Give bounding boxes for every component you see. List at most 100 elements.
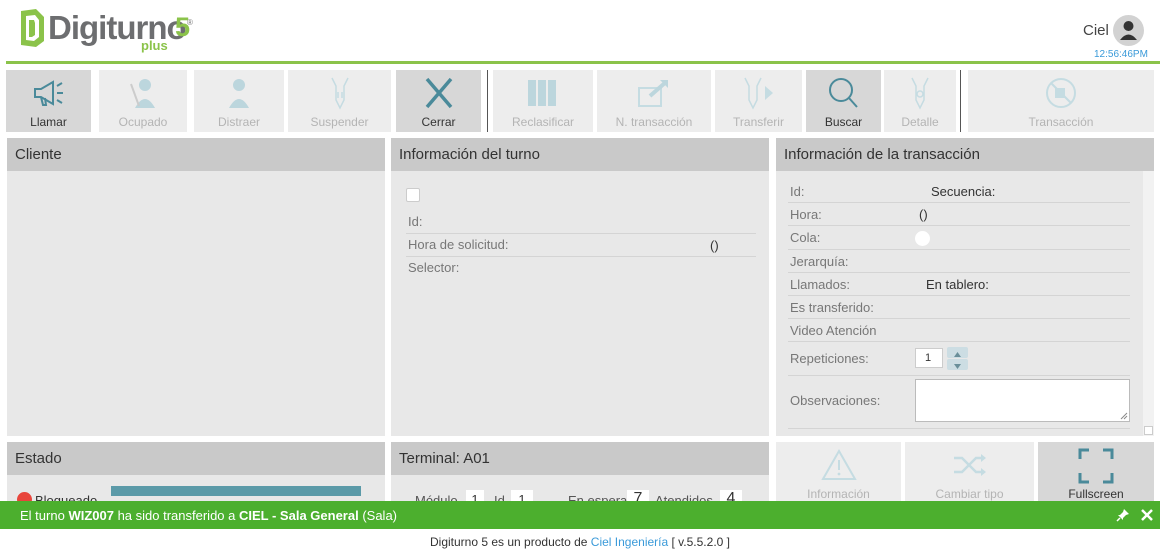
notif-suffix: (Sala) <box>362 508 398 523</box>
suspender-button[interactable]: Suspender <box>288 70 391 132</box>
notif-destino: CIEL - Sala General <box>239 508 359 523</box>
estado-panel-title: Estado <box>7 442 385 475</box>
row-divider <box>406 256 756 257</box>
notif-middle: ha sido transferido a <box>117 508 236 523</box>
trans-secuencia-label: Secuencia: <box>931 184 996 199</box>
row-divider <box>788 249 1130 250</box>
trans-observaciones-label: Observaciones: <box>790 393 881 408</box>
llamar-button[interactable]: Llamar <box>6 70 91 132</box>
user-name[interactable]: Ciel <box>1083 22 1109 39</box>
terminal-panel-title: Terminal: A01 <box>391 442 769 475</box>
logo-icon <box>21 9 44 47</box>
scrollbar-thumb[interactable] <box>1144 426 1153 435</box>
cambiar-tipo-label: Cambiar tipo <box>935 487 1004 501</box>
user-icon <box>229 79 249 108</box>
detail-tag-icon <box>911 77 929 110</box>
fullscreen-label: Fullscreen <box>1068 487 1124 501</box>
trans-llamados-label: Llamados: <box>790 277 850 292</box>
close-notification-icon[interactable] <box>1140 508 1154 522</box>
transferir-button[interactable]: Transferir <box>715 70 802 132</box>
row-divider <box>406 233 756 234</box>
llamar-label: Llamar <box>30 115 67 129</box>
cola-color-dot <box>915 231 930 246</box>
reclasificar-label: Reclasificar <box>511 115 574 129</box>
turno-hora-value: () <box>710 238 719 253</box>
trans-transferido-label: Es transferido: <box>790 300 874 315</box>
informacion-label: Información <box>807 487 870 501</box>
search-icon <box>828 78 858 108</box>
turno-hora-label: Hora de solicitud: <box>408 237 509 252</box>
row-divider <box>788 272 1130 273</box>
turno-panel-title: Información del turno <box>391 138 769 171</box>
observaciones-textarea[interactable] <box>915 379 1130 422</box>
informacion-button[interactable]: Información <box>776 442 901 502</box>
transaccion-panel-title: Información de la transacción <box>776 138 1154 171</box>
row-divider <box>788 202 1130 203</box>
notification-bar: El turno WIZ007 ha sido transferido a CI… <box>0 501 1160 529</box>
fullscreen-icon <box>1078 448 1114 484</box>
row-divider <box>788 428 1130 429</box>
turno-id-label: Id: <box>408 214 423 229</box>
buscar-label: Buscar <box>824 115 863 129</box>
row-divider <box>788 341 1130 342</box>
distraer-button[interactable]: Distraer <box>194 70 284 132</box>
row-divider <box>788 318 1130 319</box>
resize-handle-icon[interactable] <box>1120 412 1128 420</box>
repeticiones-decrement[interactable] <box>947 359 968 370</box>
notif-prefix: El turno <box>20 508 65 523</box>
pin-icon[interactable] <box>1116 508 1130 522</box>
turno-checkbox[interactable] <box>406 188 420 202</box>
logo-version-number: 5 <box>175 12 191 42</box>
row-divider <box>788 225 1130 226</box>
clock: 12:56:46PM <box>1094 49 1148 60</box>
user-avatar[interactable] <box>1113 15 1144 46</box>
trans-hora-value: () <box>919 207 928 222</box>
fullscreen-button[interactable]: Fullscreen <box>1038 442 1154 502</box>
row-divider <box>788 375 1130 376</box>
export-icon <box>638 80 668 107</box>
notif-turno: WIZ007 <box>68 508 114 523</box>
footer-link[interactable]: Ciel Ingeniería <box>591 535 668 549</box>
reclasificar-button[interactable]: Reclasificar <box>493 70 593 132</box>
distraer-label: Distraer <box>217 115 260 129</box>
footer-text: Digiturno 5 es un producto de <box>430 535 588 549</box>
logo-plus: plus <box>141 38 168 53</box>
trans-tablero-label: En tablero: <box>926 277 989 292</box>
transaccion-scrollbar[interactable] <box>1143 171 1154 436</box>
trans-id-label: Id: <box>790 184 805 199</box>
trans-video-label: Video Atención <box>790 323 877 338</box>
detalle-button[interactable]: Detalle <box>884 70 956 132</box>
suspender-label: Suspender <box>310 115 369 129</box>
toolbar-separator <box>960 70 961 132</box>
nueva-transaccion-button[interactable]: N. transacción <box>597 70 711 132</box>
transfer-tag-icon <box>743 77 773 110</box>
cerrar-label: Cerrar <box>421 115 456 129</box>
close-icon <box>425 77 452 109</box>
terminal-panel: Terminal: A01 Módulo 1 Id 1 En espera 7 … <box>391 442 769 508</box>
estado-panel: Estado Bloqueado <box>7 442 385 508</box>
megaphone-icon <box>33 80 63 106</box>
trans-repeticiones-label: Repeticiones: <box>790 351 869 366</box>
cliente-panel: Cliente <box>7 138 385 436</box>
cerrar-button[interactable]: Cerrar <box>396 70 481 132</box>
transaccion-label: Transacción <box>1028 115 1094 129</box>
buscar-button[interactable]: Buscar <box>806 70 881 132</box>
repeticiones-input[interactable]: 1 <box>915 348 943 368</box>
repeticiones-increment[interactable] <box>947 347 968 358</box>
transferir-label: Transferir <box>733 115 784 129</box>
footer: Digiturno 5 es un producto de Ciel Ingen… <box>0 529 1160 554</box>
turno-panel: Información del turno Id: Hora de solici… <box>391 138 769 436</box>
user-avatar-icon <box>1120 21 1137 40</box>
detalle-label: Detalle <box>901 115 939 129</box>
transaccion-button[interactable]: Transacción <box>968 70 1154 132</box>
cambiar-tipo-button[interactable]: Cambiar tipo <box>905 442 1034 502</box>
transaccion-panel: Información de la transacción Id: Secuen… <box>776 138 1154 436</box>
ocupado-button[interactable]: Ocupado <box>99 70 187 132</box>
logo-registered-mark: ® <box>187 18 193 27</box>
warning-icon <box>820 448 857 480</box>
ocupado-label: Ocupado <box>118 115 168 129</box>
nueva-transaccion-label: N. transacción <box>615 115 693 129</box>
trans-cola-label: Cola: <box>790 230 821 245</box>
cliente-panel-title: Cliente <box>7 138 385 171</box>
shuffle-icon <box>953 454 986 476</box>
